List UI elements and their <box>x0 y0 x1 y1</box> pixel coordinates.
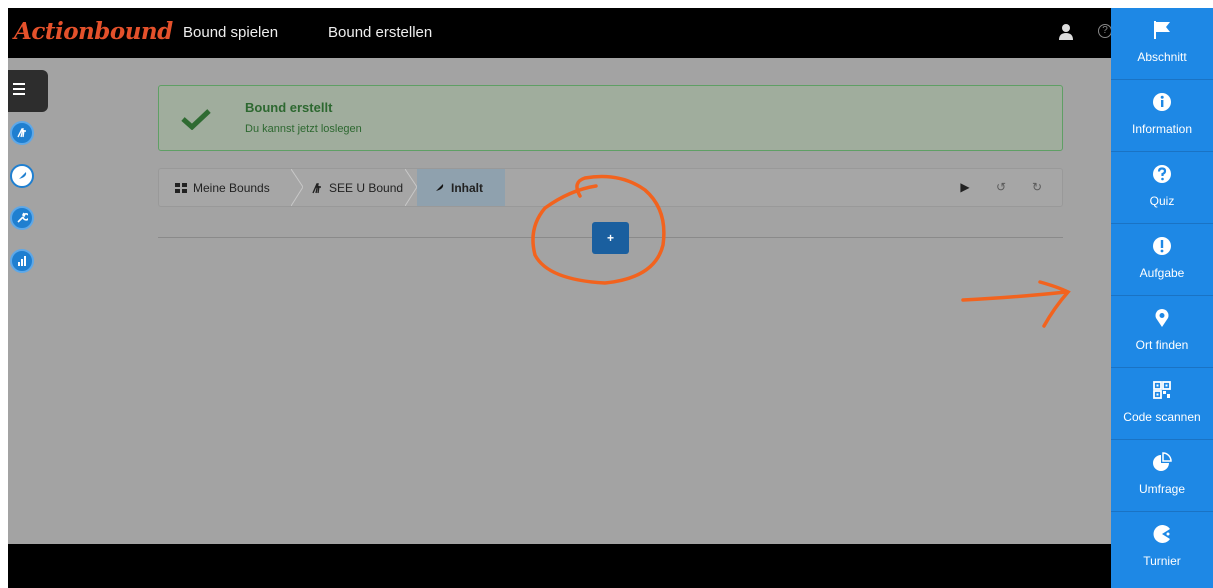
redo-icon[interactable]: ↻ <box>1030 180 1044 194</box>
brand-logo[interactable]: Actionbound <box>14 18 173 45</box>
breadcrumb-label: Meine Bounds <box>193 180 270 195</box>
top-navbar: Actionbound Bound spielen Bound erstelle… <box>8 8 1111 58</box>
tool-label: Information <box>1131 122 1193 136</box>
tool-quiz[interactable]: Quiz <box>1111 152 1213 224</box>
tool-label: Turnier <box>1143 554 1181 568</box>
flag-icon <box>1154 21 1170 39</box>
nav-bound-spielen[interactable]: Bound spielen <box>183 24 278 41</box>
breadcrumb-separator <box>405 169 417 206</box>
breadcrumb-tools: ▶ ↺ ↻ <box>958 180 1044 196</box>
success-alert: Bound erstellt Du kannst jetzt loslegen <box>158 85 1063 151</box>
bar-chart-icon <box>18 256 26 266</box>
breadcrumb-label: SEE U Bound <box>329 180 404 195</box>
alert-title: Bound erstellt <box>245 100 333 115</box>
tool-label: Abschnitt <box>1137 50 1187 64</box>
add-element-button[interactable]: + <box>592 222 629 254</box>
pie-chart-icon <box>1153 452 1172 471</box>
tool-label: Ort finden <box>1135 338 1189 352</box>
element-toolpanel: Abschnitt Information Quiz Aufgabe Ort f… <box>1111 8 1213 588</box>
breadcrumb-meine-bounds[interactable]: Meine Bounds <box>175 169 270 206</box>
breadcrumb: Meine Bounds SEE U Bound Inhalt ▶ ↺ ↻ <box>158 168 1063 207</box>
info-icon <box>1153 93 1171 111</box>
breadcrumb-bound[interactable]: SEE U Bound <box>311 169 403 206</box>
bound-logo-icon <box>312 182 321 193</box>
tool-abschnitt[interactable]: Abschnitt <box>1111 8 1213 80</box>
help-icon[interactable]: ? <box>1098 24 1111 38</box>
breadcrumb-label: Inhalt <box>451 180 483 195</box>
breadcrumb-separator <box>291 169 303 206</box>
tool-information[interactable]: Information <box>1111 80 1213 152</box>
grid-icon <box>175 182 187 193</box>
tool-aufgabe[interactable]: Aufgabe <box>1111 224 1213 296</box>
sidebar-content-button[interactable] <box>10 164 34 188</box>
nav-bound-erstellen[interactable]: Bound erstellen <box>328 24 432 41</box>
tool-label: Aufgabe <box>1139 266 1185 280</box>
editor-workspace: Bound erstellt Du kannst jetzt loslegen … <box>8 58 1111 544</box>
feather-icon <box>17 172 27 181</box>
breadcrumb-inhalt[interactable]: Inhalt <box>417 169 505 206</box>
app-window: Actionbound Bound spielen Bound erstelle… <box>8 8 1111 588</box>
sidebar-toggle-button[interactable] <box>8 70 48 112</box>
tool-label: Umfrage <box>1138 482 1185 496</box>
sidebar-settings-button[interactable] <box>10 206 34 230</box>
tool-umfrage[interactable]: Umfrage <box>1111 440 1213 512</box>
pacman-icon <box>1153 525 1170 543</box>
bound-logo-icon <box>17 128 26 138</box>
hamburger-icon <box>13 83 25 95</box>
tool-ort-finden[interactable]: Ort finden <box>1111 296 1213 368</box>
tool-label: Code scannen <box>1123 410 1201 424</box>
sidebar-stats-button[interactable] <box>10 249 34 273</box>
feather-icon <box>434 183 444 193</box>
play-icon[interactable]: ▶ <box>958 180 972 194</box>
sidebar-bound-button[interactable] <box>10 121 34 145</box>
exclamation-icon <box>1153 237 1171 255</box>
question-icon <box>1153 165 1171 183</box>
qr-code-icon <box>1153 381 1171 399</box>
wrench-icon <box>17 212 28 223</box>
tool-label: Quiz <box>1149 194 1175 208</box>
bottom-bar <box>8 544 1111 588</box>
user-icon[interactable] <box>1058 23 1074 41</box>
tool-code-scannen[interactable]: Code scannen <box>1111 368 1213 440</box>
check-icon <box>181 109 211 130</box>
undo-icon[interactable]: ↺ <box>994 180 1008 194</box>
tool-turnier[interactable]: Turnier <box>1111 512 1213 584</box>
map-pin-icon <box>1155 309 1169 327</box>
alert-message: Du kannst jetzt loslegen <box>245 123 362 135</box>
